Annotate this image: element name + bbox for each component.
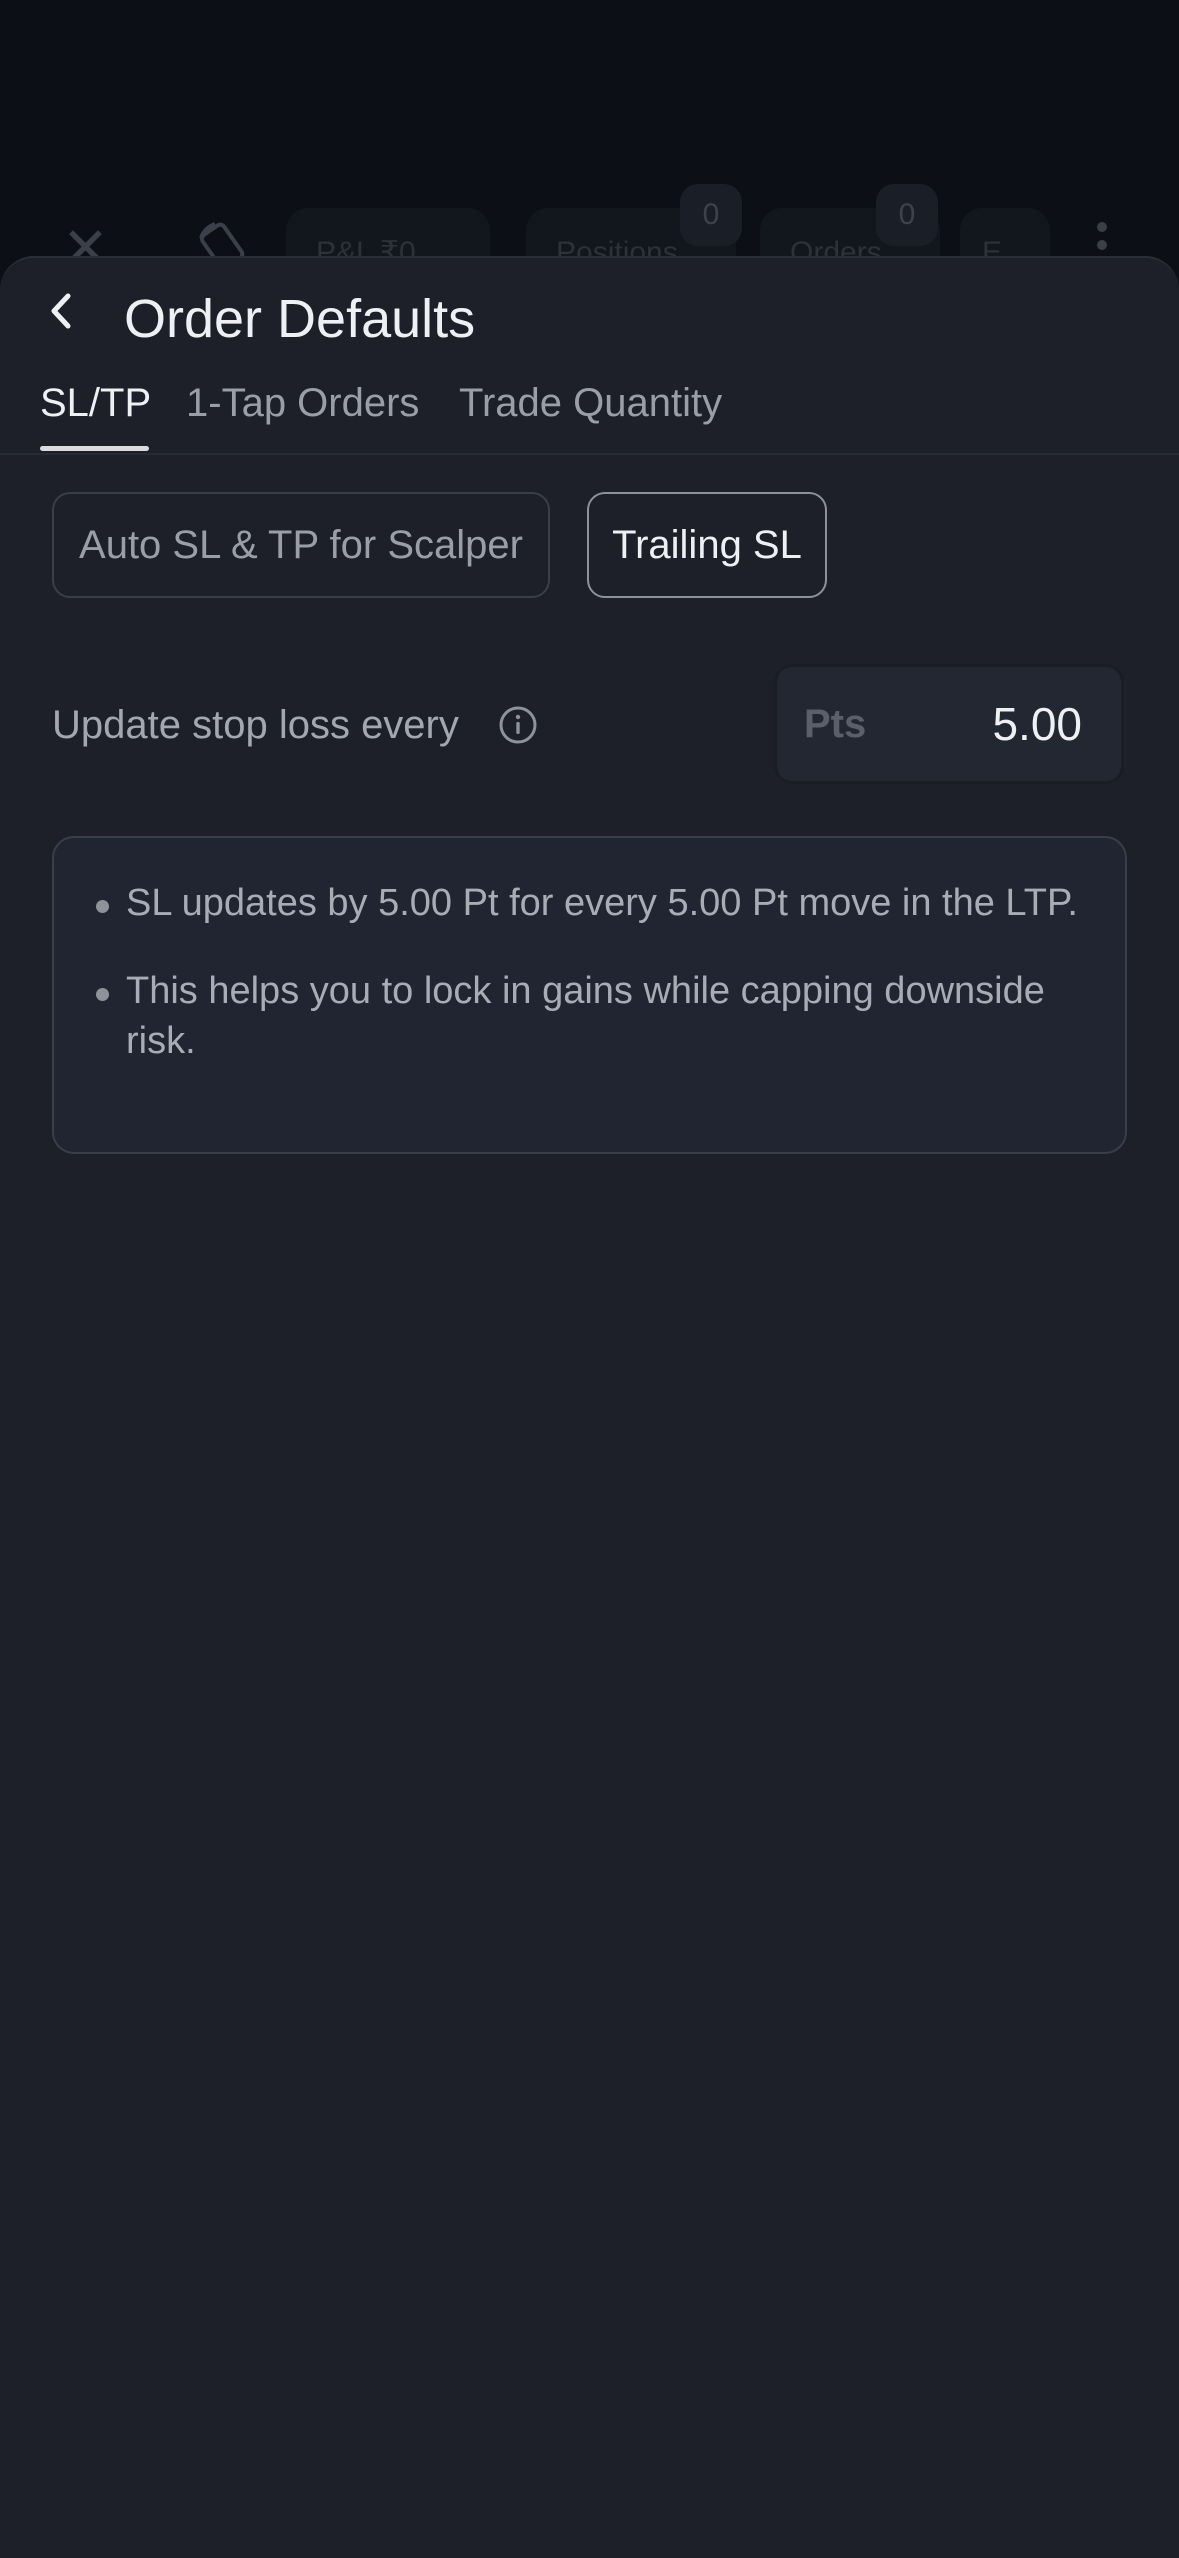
orders-count-badge: 0 [876, 184, 938, 246]
info-bullet: This helps you to lock in gains while ca… [94, 966, 1085, 1066]
info-icon[interactable] [498, 705, 538, 745]
positions-count-badge: 0 [680, 184, 742, 246]
trailing-points-input[interactable]: Pts 5.00 [774, 664, 1124, 784]
chevron-left-icon [51, 293, 71, 329]
update-stop-loss-label: Update stop loss every [52, 703, 459, 747]
active-tab-indicator [40, 446, 149, 451]
points-unit-label: Pts [804, 702, 867, 746]
page-title: Order Defaults [124, 289, 476, 349]
chip-auto-sl-tp[interactable]: Auto SL & TP for Scalper [52, 492, 550, 598]
trailing-sl-info-box: SL updates by 5.00 Pt for every 5.00 Pt … [52, 836, 1127, 1154]
chip-trailing-sl[interactable]: Trailing SL [587, 492, 827, 598]
tab-trade-quantity[interactable]: Trade Quantity [459, 378, 722, 428]
tab-sl-tp[interactable]: SL/TP [40, 378, 151, 428]
background-toolbar: ✕ P&L ₹0 Positions 0 Orders 0 E [0, 0, 1179, 300]
order-defaults-sheet: Order Defaults SL/TP 1-Tap Orders Trade … [0, 256, 1179, 2558]
tab-bar: SL/TP 1-Tap Orders Trade Quantity [0, 378, 1179, 455]
sheet-header: Order Defaults [0, 258, 1179, 368]
tab-1-tap-orders[interactable]: 1-Tap Orders [186, 378, 419, 428]
back-button[interactable] [40, 288, 86, 334]
points-value: 5.00 [992, 698, 1082, 750]
info-bullet: SL updates by 5.00 Pt for every 5.00 Pt … [94, 878, 1085, 928]
